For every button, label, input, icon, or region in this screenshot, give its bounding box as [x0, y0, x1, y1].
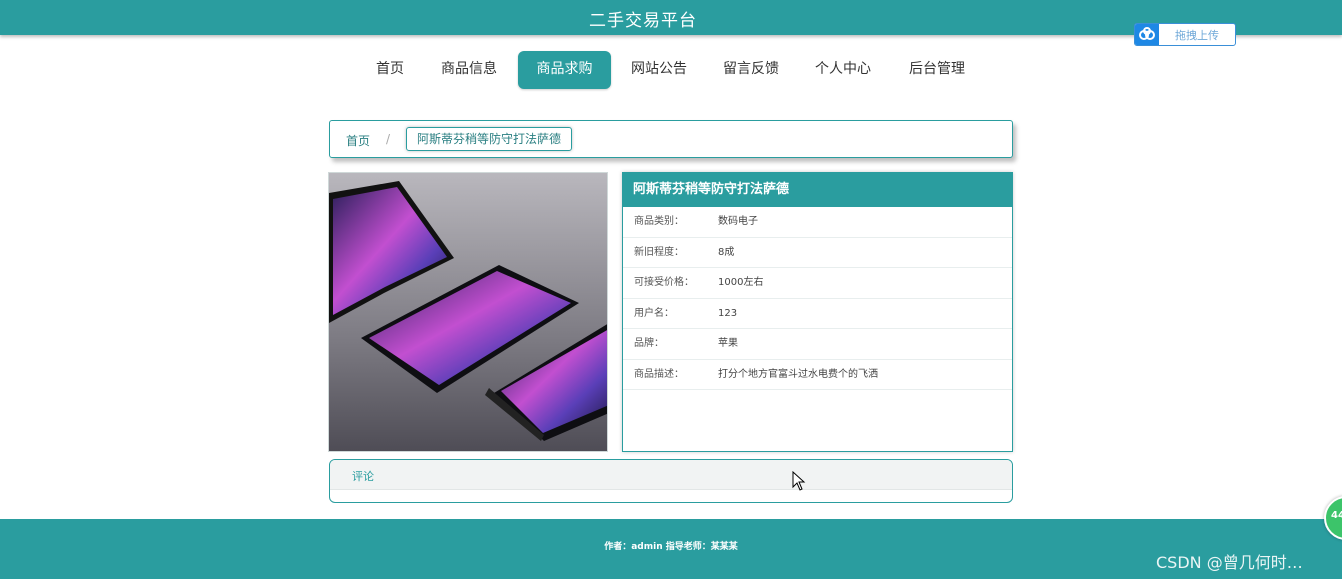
comment-section: 评论	[329, 459, 1013, 503]
product-image	[328, 172, 608, 452]
comment-label: 评论	[352, 470, 374, 483]
detail-row-price: 可接受价格： 1000左右	[623, 268, 1012, 299]
main-nav: 首页 商品信息 商品求购 网站公告 留言反馈 个人中心 后台管理	[0, 51, 1342, 89]
footer-text: 作者：admin 指导老师：某某某	[604, 542, 738, 552]
detail-row-description: 商品描述： 打分个地方官富斗过水电费个的飞洒	[623, 360, 1012, 390]
detail-key: 可接受价格：	[634, 277, 694, 288]
site-title: 二手交易平台	[589, 11, 697, 31]
detail-key: 新旧程度：	[634, 246, 684, 258]
detail-key: 用户名：	[634, 307, 674, 319]
detail-row-brand: 品牌： 苹果	[623, 329, 1012, 360]
detail-value: 1000左右	[718, 277, 764, 288]
breadcrumb-home-link[interactable]: 首页	[346, 132, 370, 149]
comment-header	[330, 460, 1012, 490]
detail-value: 打分个地方官富斗过水电费个的飞洒	[718, 368, 878, 380]
upload-button[interactable]: 拖拽上传	[1134, 23, 1236, 46]
detail-key: 品牌：	[634, 338, 664, 349]
nav-item-home[interactable]: 首页	[366, 51, 414, 89]
breadcrumb-current: 阿斯蒂芬稍等防守打法萨德	[406, 127, 573, 151]
detail-value: 123	[718, 307, 738, 319]
breadcrumb-separator: /	[386, 132, 391, 146]
nav-item-products[interactable]: 商品信息	[434, 51, 504, 89]
detail-value: 8成	[718, 246, 735, 258]
mouse-cursor-icon	[792, 470, 806, 495]
nav-item-admin[interactable]: 后台管理	[901, 51, 973, 89]
nav-item-feedback[interactable]: 留言反馈	[716, 51, 786, 89]
detail-row-username: 用户名： 123	[623, 299, 1012, 329]
nav-item-announcements[interactable]: 网站公告	[624, 51, 694, 89]
product-detail-panel: 阿斯蒂芬稍等防守打法萨德 商品类别： 数码电子 新旧程度： 8成 可接受价格： …	[622, 172, 1013, 452]
watermark: CSDN @曾几何时…	[1156, 553, 1303, 572]
nav-item-personal-center[interactable]: 个人中心	[808, 51, 878, 89]
detail-row-category: 商品类别： 数码电子	[623, 207, 1012, 238]
detail-value: 苹果	[718, 338, 738, 349]
nav-item-purchase-requests[interactable]: 商品求购	[518, 51, 611, 89]
detail-key: 商品描述：	[634, 368, 684, 380]
detail-row-condition: 新旧程度： 8成	[623, 238, 1012, 268]
floating-widget-count: 44	[1331, 510, 1342, 521]
cloud-icon	[1135, 24, 1159, 45]
product-title: 阿斯蒂芬稍等防守打法萨德	[623, 173, 1012, 207]
detail-key: 商品类别：	[634, 216, 684, 227]
upload-button-label: 拖拽上传	[1175, 29, 1219, 42]
detail-value: 数码电子	[718, 216, 758, 227]
breadcrumb: 首页 / 阿斯蒂芬稍等防守打法萨德	[329, 120, 1013, 158]
footer: 作者：admin 指导老师：某某某 CSDN @曾几何时…	[0, 519, 1342, 579]
